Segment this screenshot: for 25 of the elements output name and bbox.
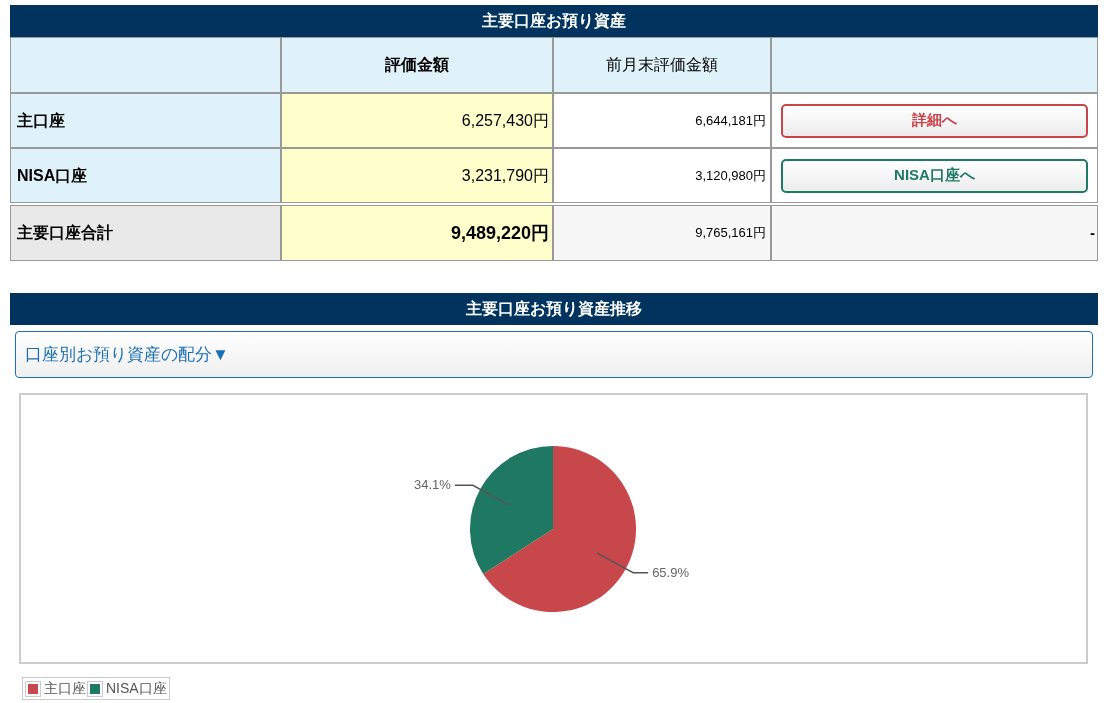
accordion-header[interactable]: 口座別お預り資産の配分▼ — [15, 331, 1093, 378]
section-title: 主要口座お預り資産 — [10, 5, 1098, 37]
legend-label: 主口座 — [44, 679, 86, 698]
action-cell: - — [771, 205, 1098, 261]
row-label: 主口座 — [10, 93, 281, 148]
amount-cell: 6,257,430円 — [281, 93, 553, 148]
legend-label: NISA口座 — [106, 679, 167, 698]
leader-line — [454, 484, 511, 506]
link-button[interactable]: 詳細へ — [781, 103, 1088, 138]
amount-cell: 9,765,161円 — [553, 205, 771, 261]
legend-swatch — [25, 680, 41, 697]
percent-label: 65.9% — [652, 564, 689, 580]
row-label: NISA口座 — [10, 148, 281, 203]
amount-cell: 6,644,181円 — [553, 93, 771, 148]
row-label: 主要口座合計 — [10, 205, 281, 261]
leader-line — [595, 552, 649, 574]
section-title: 主要口座お預り資産推移 — [10, 293, 1098, 325]
amount-cell: 9,489,220円 — [281, 205, 553, 261]
header-cell: 評価金額 — [281, 37, 553, 93]
percent-label: 34.1% — [414, 477, 451, 493]
amount-cell: 3,120,980円 — [553, 148, 771, 203]
link-button[interactable]: NISA口座へ — [781, 158, 1088, 193]
amount-cell: 3,231,790円 — [281, 148, 553, 203]
legend-swatch — [87, 680, 103, 697]
header-cell: 前月末評価金額 — [553, 37, 771, 93]
